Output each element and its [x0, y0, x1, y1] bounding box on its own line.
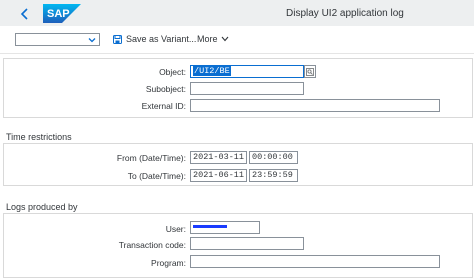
subobject-input[interactable] [190, 82, 304, 95]
object-input[interactable]: /UI2/BE [190, 65, 304, 78]
value-help-button[interactable] [304, 65, 316, 78]
from-label: From (Date/Time): [116, 153, 186, 163]
more-label: More [197, 34, 218, 44]
user-value-redacted [193, 224, 227, 228]
time-restrictions-title: Time restrictions [6, 132, 72, 142]
transaction-code-input[interactable] [190, 237, 304, 250]
save-icon [113, 34, 122, 44]
subobject-label: Subobject: [145, 84, 186, 94]
variant-select[interactable] [15, 33, 100, 46]
from-date-value: 2021-03-11 [193, 152, 245, 162]
sap-logo: SAP [43, 4, 81, 23]
program-label: Program: [151, 258, 186, 268]
to-time-value: 23:59:59 [252, 170, 293, 180]
from-time-input[interactable]: 00:00:00 [249, 151, 298, 164]
external-id-label: External ID: [141, 101, 186, 111]
to-date-value: 2021-06-11 [193, 170, 245, 180]
to-time-input[interactable]: 23:59:59 [249, 169, 298, 182]
user-label: User: [165, 224, 186, 234]
save-as-variant-label: Save as Variant... [126, 34, 197, 44]
back-button[interactable] [17, 6, 33, 22]
external-id-input[interactable] [190, 99, 440, 112]
object-label: Object: [159, 67, 186, 77]
from-time-value: 00:00:00 [252, 152, 293, 162]
from-date-input[interactable]: 2021-03-11 [190, 151, 247, 164]
chevron-left-icon [20, 8, 28, 20]
save-as-variant-button[interactable]: Save as Variant... [113, 34, 196, 44]
page-title: Display UI2 application log [286, 8, 404, 19]
chevron-down-icon [88, 38, 96, 43]
value-help-icon [306, 67, 314, 76]
logs-produced-by-title: Logs produced by [6, 202, 78, 212]
sap-logo-text: SAP [47, 8, 70, 20]
transaction-code-label: Transaction code: [118, 240, 186, 250]
to-label: To (Date/Time): [127, 171, 186, 181]
chevron-down-icon [221, 36, 228, 42]
object-value: /UI2/BE [193, 66, 231, 76]
user-input[interactable] [190, 221, 260, 234]
program-input[interactable] [190, 255, 440, 268]
to-date-input[interactable]: 2021-06-11 [190, 169, 247, 182]
more-button[interactable]: More [197, 34, 229, 44]
